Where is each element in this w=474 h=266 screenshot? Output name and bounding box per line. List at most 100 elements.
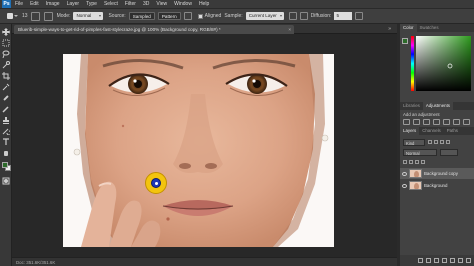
layer-name: Background copy: [424, 171, 458, 176]
menu-window[interactable]: Window: [174, 1, 192, 7]
brush-cursor: [145, 172, 167, 194]
lasso-tool-icon[interactable]: [2, 50, 10, 58]
color-panel-tabs: Color Swatches: [400, 24, 474, 32]
tablet-pressure-icon[interactable]: [355, 12, 364, 20]
eye-icon[interactable]: [402, 183, 407, 188]
crop-tool-icon[interactable]: [2, 72, 10, 80]
foreground-color-chip[interactable]: [402, 38, 408, 44]
marquee-tool-icon[interactable]: [2, 39, 10, 47]
eyedropper-tool-icon[interactable]: [2, 83, 10, 91]
new-adjustment-icon[interactable]: [442, 258, 447, 263]
move-tool-icon[interactable]: [2, 28, 10, 36]
menu-3d[interactable]: 3D: [143, 1, 149, 7]
menu-edit[interactable]: Edit: [30, 1, 39, 7]
filter-pixel-icon[interactable]: [428, 140, 432, 144]
add-mask-icon[interactable]: [434, 258, 439, 263]
menu-layer[interactable]: Layer: [67, 1, 80, 7]
clone-stamp-tool-icon[interactable]: [2, 116, 10, 124]
quick-selection-tool-icon[interactable]: [2, 61, 10, 69]
tab-channels[interactable]: Channels: [419, 127, 444, 135]
layers-lock-row: [403, 158, 427, 166]
new-group-icon[interactable]: [450, 258, 455, 263]
tool-preset-picker[interactable]: [4, 11, 18, 22]
history-brush-tool-icon[interactable]: [2, 127, 10, 135]
ignore-adjustment-icon[interactable]: [288, 12, 297, 20]
mode-select[interactable]: Normal: [73, 12, 104, 20]
curves-icon[interactable]: [423, 119, 430, 125]
adjustments-title: Add an adjustment: [403, 112, 440, 117]
filter-adjustment-icon[interactable]: [434, 140, 438, 144]
layer-thumbnail: [409, 181, 422, 190]
tab-libraries[interactable]: Libraries: [400, 102, 423, 110]
lock-all-icon[interactable]: [421, 160, 425, 164]
color-swatches[interactable]: [2, 162, 11, 172]
tab-color[interactable]: Color: [400, 24, 417, 32]
delete-layer-icon[interactable]: [466, 258, 471, 263]
menu-filter[interactable]: Filter: [125, 1, 136, 7]
tab-adjustments[interactable]: Adjustments: [422, 102, 454, 110]
layers-filter-row: Kind: [403, 138, 452, 146]
filter-shape-icon[interactable]: [446, 140, 450, 144]
collapse-panels-icon[interactable]: »: [388, 26, 391, 32]
vibrance-icon[interactable]: [443, 119, 450, 125]
menu-type[interactable]: Type: [86, 1, 97, 7]
menu-help[interactable]: Help: [199, 1, 209, 7]
pattern-picker-icon[interactable]: [183, 12, 192, 20]
source-pattern-option[interactable]: Pattern: [157, 12, 181, 20]
color-balance-icon[interactable]: [463, 119, 470, 125]
exposure-icon[interactable]: [433, 119, 440, 125]
tab-layers[interactable]: Layers: [400, 127, 420, 135]
menu-image[interactable]: Image: [46, 1, 60, 7]
menu-select[interactable]: Select: [104, 1, 118, 7]
lock-position-icon[interactable]: [415, 160, 419, 164]
layer-background[interactable]: Background: [400, 180, 474, 191]
link-layers-icon[interactable]: [418, 258, 423, 263]
foreground-color-swatch[interactable]: [2, 162, 8, 168]
lock-transparent-icon[interactable]: [403, 160, 407, 164]
sample-select[interactable]: Current Layer: [245, 12, 284, 20]
right-panels: Color Swatches Libraries Adjustments Add…: [400, 24, 474, 266]
filter-type-icon[interactable]: [440, 140, 444, 144]
layer-style-icon[interactable]: [426, 258, 431, 263]
brush-tool-icon[interactable]: [2, 105, 10, 113]
hue-slider[interactable]: [411, 36, 414, 91]
adjustments-panel-tabs: Libraries Adjustments: [400, 102, 474, 110]
clone-source-icon[interactable]: [43, 11, 53, 21]
menu-file[interactable]: File: [15, 1, 23, 7]
tab-paths[interactable]: Paths: [444, 127, 461, 135]
hue-saturation-icon[interactable]: [453, 119, 460, 125]
eye-icon[interactable]: [402, 171, 407, 176]
canvas-area[interactable]: [12, 34, 397, 257]
quick-mask-icon[interactable]: [2, 177, 10, 185]
menu-view[interactable]: View: [156, 1, 167, 7]
layers-panel-tabs: Layers Channels Paths: [400, 127, 474, 135]
brush-panel-icon[interactable]: [30, 11, 40, 21]
levels-icon[interactable]: [413, 119, 420, 125]
document-tab[interactable]: Bluerib-simple-ways-to-get-rid-of-pimple…: [14, 25, 294, 34]
opacity-field[interactable]: [440, 148, 458, 156]
diffusion-label: Diffusion:: [310, 13, 332, 19]
hand-tool-icon[interactable]: [2, 149, 10, 157]
new-layer-icon[interactable]: [458, 258, 463, 263]
layer-kind-select[interactable]: Kind: [403, 138, 425, 146]
options-bar: 13 Mode: Normal Source: Sampled Pattern …: [0, 9, 474, 24]
source-label: Source:: [108, 13, 126, 19]
sample-label: Sample:: [224, 13, 243, 19]
close-icon[interactable]: ×: [288, 25, 291, 34]
blend-mode-select[interactable]: Normal: [403, 148, 437, 156]
pressure-icon[interactable]: [299, 12, 308, 20]
document-image[interactable]: [63, 54, 334, 247]
menu-bar: Ps File Edit Image Layer Type Select Fil…: [0, 0, 474, 9]
color-picker-field[interactable]: [416, 36, 471, 91]
healing-brush-tool-icon[interactable]: [2, 94, 10, 102]
source-sampled-option[interactable]: Sampled: [128, 12, 155, 20]
aligned-checkbox[interactable]: [197, 13, 203, 19]
tab-swatches[interactable]: Swatches: [417, 24, 442, 32]
layer-background-copy[interactable]: Background copy: [400, 168, 474, 179]
brightness-icon[interactable]: [403, 119, 410, 125]
brush-size-value[interactable]: 13: [22, 13, 28, 19]
lock-pixels-icon[interactable]: [409, 160, 413, 164]
type-tool-icon[interactable]: [2, 138, 10, 146]
status-bar: Doc: 351.6K/351.6K: [12, 257, 397, 266]
diffusion-input[interactable]: 5: [334, 12, 353, 20]
